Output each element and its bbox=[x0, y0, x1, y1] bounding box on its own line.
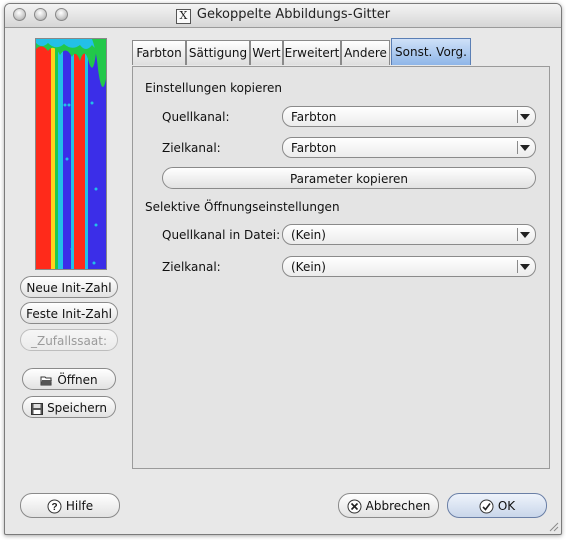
tab-andere[interactable]: Andere bbox=[341, 40, 390, 65]
ok-button[interactable]: OK bbox=[447, 493, 547, 518]
tab-saettigung[interactable]: Sättigung bbox=[186, 40, 250, 65]
dialog-window: X Gekoppelte Abbildungs-Gitter Neue Init-… bbox=[4, 3, 562, 535]
copy-parameters-button[interactable]: Parameter kopieren bbox=[162, 167, 536, 189]
tab-erweitert[interactable]: Erweitert bbox=[283, 40, 341, 65]
aperture-target-channel-combo[interactable]: (Kein) bbox=[282, 256, 536, 277]
save-button[interactable]: Speichern bbox=[22, 396, 116, 418]
target-channel-combo[interactable]: Farbton bbox=[282, 137, 536, 158]
chevron-down-icon bbox=[520, 145, 530, 151]
target-channel-label: Zielkanal: bbox=[162, 141, 221, 155]
random-seed-button[interactable]: _Zufallssaat: bbox=[20, 329, 118, 351]
aperture-settings-heading: Selektive Öffnungseinstellungen bbox=[145, 200, 340, 214]
open-button[interactable]: Öffnen bbox=[22, 368, 116, 390]
file-source-channel-combo[interactable]: (Kein) bbox=[282, 224, 536, 245]
new-seed-button[interactable]: Neue Init-Zahl bbox=[20, 276, 118, 298]
aperture-target-channel-label: Zielkanal: bbox=[162, 260, 221, 274]
fixed-seed-button[interactable]: Feste Init-Zahl bbox=[20, 302, 118, 324]
checkmark-icon bbox=[479, 499, 494, 514]
title-bar: X Gekoppelte Abbildungs-Gitter bbox=[5, 4, 561, 28]
resize-grip-icon[interactable] bbox=[547, 520, 559, 532]
svg-text:?: ? bbox=[51, 502, 57, 513]
source-channel-label: Quellkanal: bbox=[162, 110, 230, 124]
help-button[interactable]: ? Hilfe bbox=[20, 493, 120, 518]
cancel-button[interactable]: Abbrechen bbox=[338, 493, 439, 518]
source-channel-combo[interactable]: Farbton bbox=[282, 106, 536, 127]
tab-farbton[interactable]: Farbton bbox=[132, 40, 186, 65]
tab-panel: Einstellungen kopieren Quellkanal: Farbt… bbox=[132, 66, 550, 469]
preview-image bbox=[35, 38, 107, 270]
chevron-down-icon bbox=[520, 114, 530, 120]
file-source-channel-label: Quellkanal in Datei: bbox=[162, 228, 281, 242]
floppy-disk-icon bbox=[31, 402, 44, 415]
tab-wert[interactable]: Wert bbox=[250, 40, 283, 65]
help-icon: ? bbox=[47, 499, 62, 514]
x11-icon: X bbox=[175, 9, 191, 24]
tab-sonst-vorg[interactable]: Sonst. Vorg. bbox=[391, 38, 471, 65]
chevron-down-icon bbox=[520, 264, 530, 270]
preview-red-band-1 bbox=[36, 39, 51, 269]
folder-open-icon bbox=[40, 376, 53, 386]
cancel-icon bbox=[347, 499, 362, 514]
window-title: X Gekoppelte Abbildungs-Gitter bbox=[5, 7, 561, 24]
copy-settings-heading: Einstellungen kopieren bbox=[145, 81, 283, 95]
chevron-down-icon bbox=[520, 232, 530, 238]
preview-red-band-2 bbox=[74, 39, 85, 269]
